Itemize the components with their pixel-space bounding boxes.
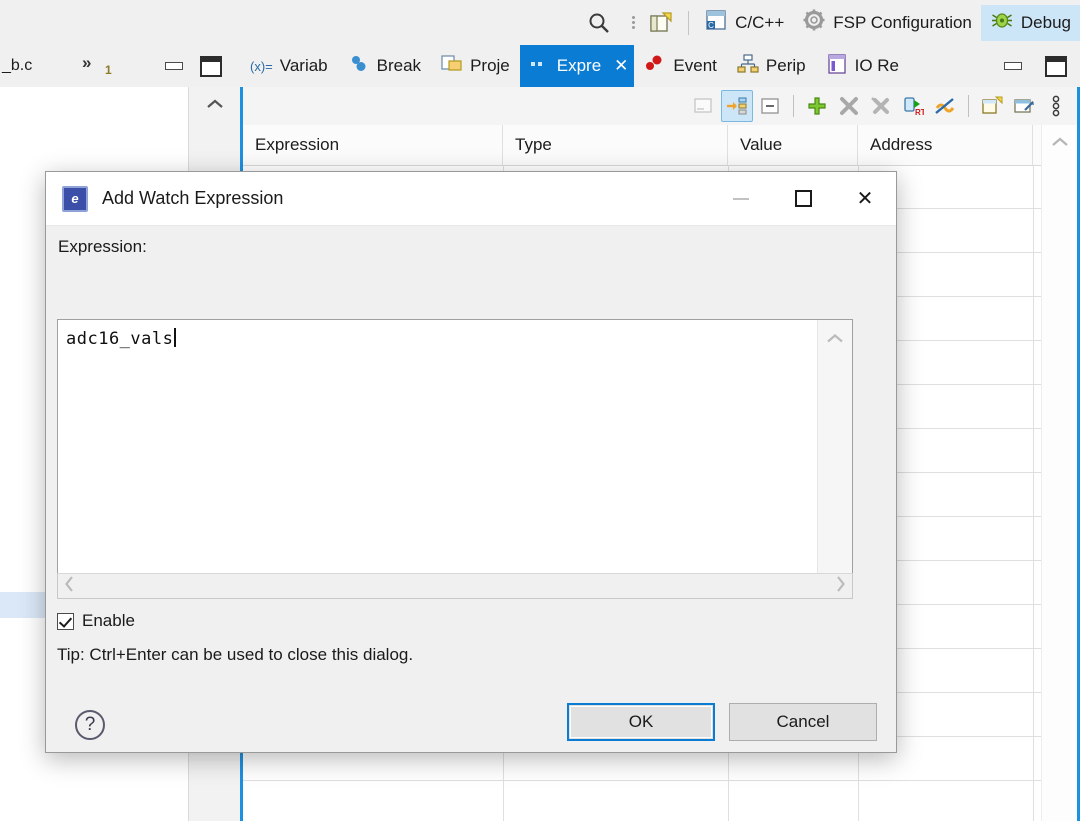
help-button[interactable]: ? <box>75 710 105 740</box>
minimize-icon <box>710 172 772 225</box>
variables-icon: (x)= <box>250 58 273 74</box>
tab-label: Proje <box>470 56 510 75</box>
table-column-headers: Expression Type Value Address <box>243 125 1042 166</box>
ide-toolbar: C C/C++ FSP Configuration Debug <box>0 0 1080 46</box>
view-minimize-icon[interactable] <box>1004 62 1022 70</box>
screen-root: C C/C++ FSP Configuration Debug _b.c » 1… <box>0 0 1080 821</box>
expressions-icon <box>530 56 550 76</box>
c-cpp-perspective-icon: C <box>704 8 728 37</box>
dialog-body: Expression: adc16_vals Enable Tip: Ctrl+… <box>46 225 896 752</box>
chevron-up-icon[interactable] <box>1042 131 1077 153</box>
breakpoints-icon <box>348 54 370 79</box>
event-points-icon <box>644 54 666 79</box>
tab-project-explorer[interactable]: Proje <box>431 45 520 87</box>
svg-text:RT: RT <box>915 108 924 116</box>
editor-tab-label[interactable]: _b.c <box>0 57 32 75</box>
tab-overflow-chevron-icon[interactable]: » <box>82 53 91 73</box>
tab-peripherals[interactable]: Perip <box>727 45 816 87</box>
add-new-expression-icon[interactable] <box>802 91 832 121</box>
view-maximize-icon[interactable] <box>1045 56 1067 77</box>
disable-realtime-refresh-icon[interactable] <box>930 91 960 121</box>
peripherals-icon <box>737 53 759 79</box>
dialog-tip-text: Tip: Ctrl+Enter can be used to close thi… <box>57 645 414 664</box>
show-type-names-icon[interactable] <box>689 91 719 121</box>
collapse-all-icon[interactable] <box>755 91 785 121</box>
gear-icon <box>802 8 826 37</box>
checkbox-box-icon[interactable] <box>57 612 74 630</box>
perspective-debug[interactable]: Debug <box>980 4 1080 41</box>
chevron-right-icon[interactable] <box>835 575 846 598</box>
chevron-up-icon[interactable] <box>189 93 241 115</box>
tab-event-points[interactable]: Event <box>634 45 726 87</box>
eclipse-expression-icon: e <box>62 185 88 212</box>
toolbar-overflow-dots-icon[interactable] <box>632 16 636 29</box>
realtime-refresh-icon[interactable]: RT <box>898 91 928 121</box>
column-header-expression[interactable]: Expression <box>243 125 503 165</box>
debug-bug-icon <box>990 8 1014 37</box>
enable-checkbox-label: Enable <box>82 611 135 630</box>
expression-input[interactable]: adc16_vals <box>57 319 853 599</box>
new-expressions-view-icon[interactable] <box>977 91 1007 121</box>
expressions-vertical-scrollbar[interactable] <box>1041 125 1077 821</box>
chevron-up-icon[interactable] <box>818 328 852 348</box>
perspective-label: FSP Configuration <box>833 12 972 32</box>
column-header-value[interactable]: Value <box>728 125 858 165</box>
perspective-label: C/C++ <box>735 12 785 32</box>
detach-view-icon[interactable] <box>1009 91 1039 121</box>
close-icon[interactable]: ✕ <box>614 56 628 76</box>
minimize-icon[interactable] <box>165 62 183 70</box>
tab-expressions[interactable]: Expre ✕ <box>519 45 635 87</box>
io-registers-icon <box>826 53 848 79</box>
maximize-icon[interactable] <box>200 56 222 77</box>
tab-label: Event <box>673 56 717 75</box>
dialog-title: Add Watch Expression <box>102 188 284 208</box>
column-header-address[interactable]: Address <box>858 125 1033 165</box>
tab-row: _b.c » 1 (x)= Variab Break Proje Expre ✕… <box>0 45 1080 87</box>
column-header-type[interactable]: Type <box>503 125 728 165</box>
add-watch-expression-dialog: e Add Watch Expression ✕ Expression: adc… <box>45 171 897 753</box>
toolbar-divider <box>968 95 969 117</box>
remove-all-expressions-icon[interactable] <box>866 91 896 121</box>
view-tab-zone: (x)= Variab Break Proje Expre ✕ Event Pe… <box>240 45 1080 87</box>
toolbar-divider <box>793 95 794 117</box>
expressions-toolbar: RT <box>243 87 1077 125</box>
text-caret <box>174 328 176 347</box>
expression-input-vertical-scrollbar[interactable] <box>817 320 852 598</box>
tab-variables[interactable]: (x)= Variab <box>240 45 338 87</box>
open-perspective-icon[interactable] <box>640 5 682 41</box>
dialog-window-buttons: ✕ <box>710 172 896 225</box>
maximize-icon[interactable] <box>772 172 834 225</box>
table-row[interactable] <box>243 781 1042 821</box>
tab-label: Perip <box>765 56 806 75</box>
tab-label: IO Re <box>854 56 899 75</box>
toolbar-divider <box>688 10 690 35</box>
dialog-title-bar[interactable]: e Add Watch Expression ✕ <box>46 172 896 226</box>
perspective-label: Debug <box>1020 12 1071 32</box>
tab-label: Expre <box>556 56 602 75</box>
svg-text:C: C <box>708 21 714 30</box>
expression-input-horizontal-scrollbar[interactable] <box>57 573 853 599</box>
project-explorer-icon <box>441 54 463 79</box>
remove-selected-expressions-icon[interactable] <box>834 91 864 121</box>
ok-button[interactable]: OK <box>567 703 715 741</box>
enable-checkbox[interactable]: Enable <box>57 611 135 631</box>
chevron-left-icon[interactable] <box>64 575 75 598</box>
show-logical-structure-icon[interactable] <box>721 90 753 122</box>
view-menu-icon[interactable] <box>1041 91 1071 121</box>
cancel-button[interactable]: Cancel <box>729 703 877 741</box>
tab-label: Break <box>376 56 422 75</box>
editor-tab-zone: _b.c » 1 <box>0 45 236 87</box>
expression-label: Expression: <box>58 237 147 256</box>
close-icon[interactable]: ✕ <box>834 172 896 225</box>
tab-overflow-count: 1 <box>105 63 112 77</box>
tab-label: Variab <box>279 56 328 75</box>
search-icon[interactable] <box>578 5 620 41</box>
expression-input-value: adc16_vals <box>66 328 176 349</box>
perspective-bar: C C/C++ FSP Configuration Debug <box>578 0 1080 45</box>
tab-io-registers[interactable]: IO Re <box>816 45 909 87</box>
perspective-c-cpp[interactable]: C C/C++ <box>695 5 793 41</box>
perspective-fsp-configuration[interactable]: FSP Configuration <box>793 5 981 41</box>
tab-breakpoints[interactable]: Break <box>338 45 431 87</box>
